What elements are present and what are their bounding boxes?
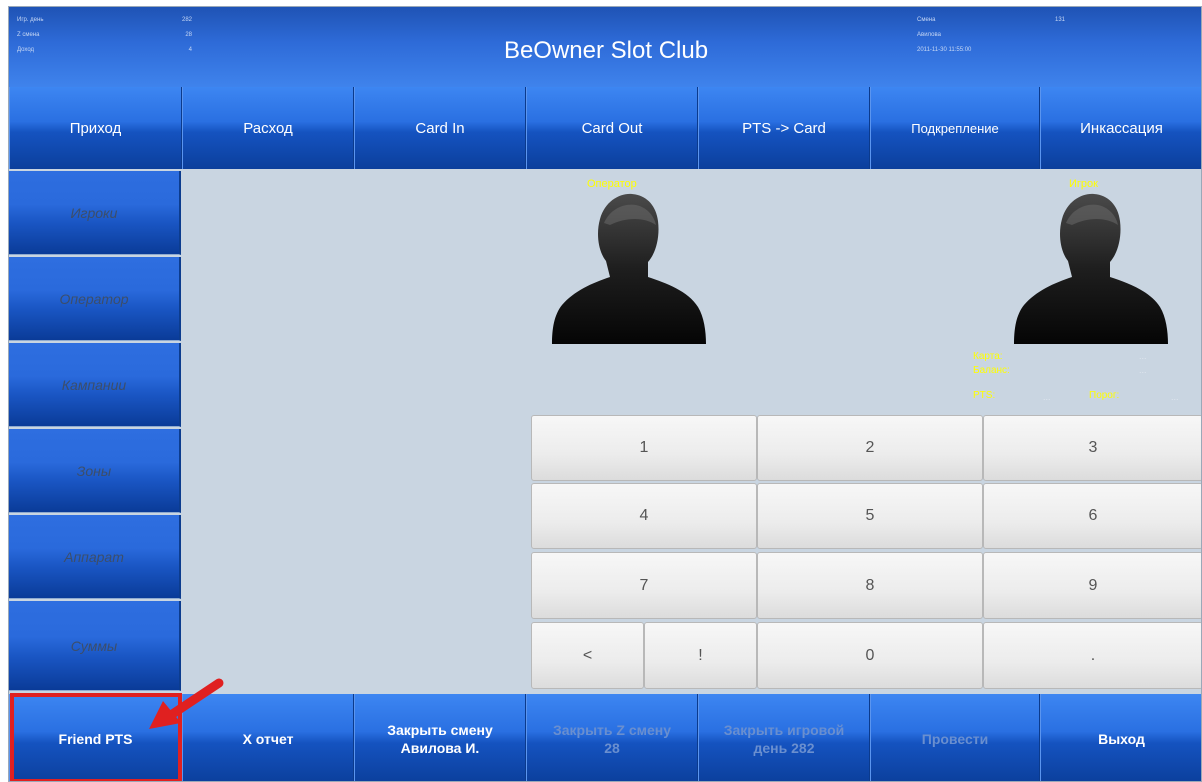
balance-value: ... [1139,365,1147,375]
key-3-button[interactable]: 3 [983,415,1201,481]
operator-name: Авилова [917,32,941,38]
exit-button[interactable]: Выход [1040,694,1201,781]
stat-label: Игр. день [17,17,44,23]
key-7-button[interactable]: 7 [531,552,757,619]
key-9-button[interactable]: 9 [983,552,1201,619]
session-info: Смена 131 Авилова 2011-11-30 11:55:00 [917,13,1065,58]
card-label: Карта: [973,351,1003,362]
session-datetime: 2011-11-30 11:55:00 [917,47,972,53]
close-z-shift-button[interactable]: Закрыть Z смену 28 [526,694,698,781]
nav-card-out-button[interactable]: Card Out [526,87,698,169]
app-window: Игр. день 282 Z смена 28 Доход 4 BeOwner Sl… [8,6,1202,782]
sidebar-item-players[interactable]: Игроки [9,171,181,255]
session-value: 131 [1054,17,1065,23]
post-button[interactable]: Провести [870,694,1040,781]
close-shift-label: Закрыть смену [387,721,493,738]
key-1-button[interactable]: 1 [531,415,757,481]
nav-reinforcement-button[interactable]: Подкрепление [870,87,1040,169]
close-shift-operator: Авилова И. [400,739,480,756]
key-8-button[interactable]: 8 [757,552,983,619]
nav-card-in-button[interactable]: Card In [354,87,526,169]
key-4-button[interactable]: 4 [531,483,757,549]
key-backspace-button[interactable]: < [531,622,644,689]
sidebar-item-operator[interactable]: Оператор [9,257,181,341]
close-game-day-number: день 282 [753,739,815,756]
key-6-button[interactable]: 6 [983,483,1201,549]
key-0-button[interactable]: 0 [757,622,983,689]
close-shift-button[interactable]: Закрыть смену Авилова И. [354,694,526,781]
pointer-arrow-icon [149,678,224,729]
top-nav: Приход Расход Card In Card Out PTS -> Ca… [9,87,1201,169]
key-exclamation-button[interactable]: ! [644,622,757,689]
threshold-label: Порог: [1089,390,1120,401]
operator-avatar-icon [552,193,706,344]
sidebar-item-zones[interactable]: Зоны [9,429,181,513]
threshold-value: ... [1171,392,1179,402]
sidebar-item-machine[interactable]: Аппарат [9,515,181,599]
nav-pts-to-card-button[interactable]: PTS -> Card [698,87,870,169]
close-z-shift-number: 28 [604,739,620,756]
nav-income-button[interactable]: Приход [9,87,182,169]
card-value: ... [1139,351,1147,361]
close-game-day-button[interactable]: Закрыть игровой день 282 [698,694,870,781]
sidebar-item-campaigns[interactable]: Кампании [9,343,181,427]
stat-value: 282 [181,17,192,23]
player-avatar-icon [1014,193,1168,344]
pts-value: ... [1043,392,1051,402]
key-2-button[interactable]: 2 [757,415,983,481]
key-5-button[interactable]: 5 [757,483,983,549]
close-z-shift-label: Закрыть Z смену [552,721,672,738]
close-game-day-label: Закрыть игровой [723,721,845,738]
pts-label: PTS: [973,390,996,401]
nav-expense-button[interactable]: Расход [182,87,354,169]
session-label: Смена [917,17,936,23]
balance-label: Баланс: [973,365,1010,376]
header-bar: Игр. день 282 Z смена 28 Доход 4 BeOwner Sl… [9,7,1201,87]
key-dot-button[interactable]: . [983,622,1201,689]
nav-collection-button[interactable]: Инкассация [1040,87,1201,169]
